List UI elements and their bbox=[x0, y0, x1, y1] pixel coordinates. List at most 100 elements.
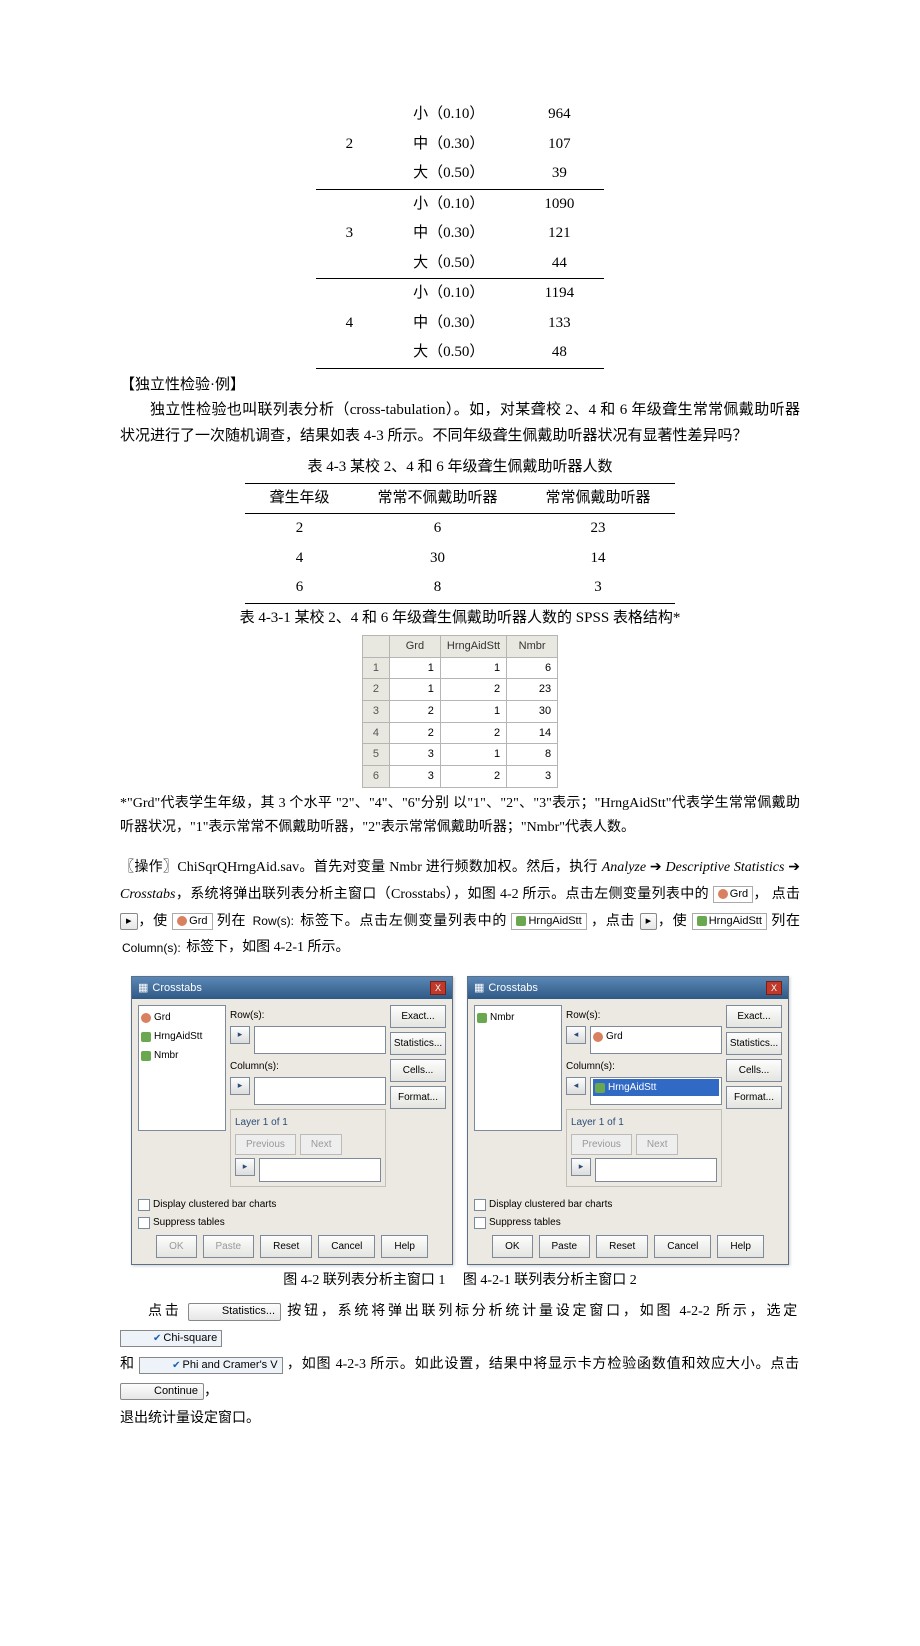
layer-prev-button[interactable]: Previous bbox=[571, 1134, 632, 1155]
rows-box[interactable] bbox=[254, 1026, 386, 1054]
crosstabs-dialog-1: ▦Crosstabs X Grd HrngAidStt Nmbr Row(s):… bbox=[131, 976, 453, 1266]
move-to-layer-button[interactable]: ▸ bbox=[571, 1158, 591, 1176]
layer-label: Layer 1 of 1 bbox=[571, 1114, 717, 1131]
table-4-3-caption: 表 4-3 某校 2、4 和 6 年级聋生佩戴助听器人数 bbox=[120, 455, 800, 481]
move-right-button[interactable]: ▸ bbox=[640, 913, 658, 930]
rows-label: Row(s): bbox=[566, 1007, 722, 1024]
move-to-cols-button[interactable]: ◂ bbox=[566, 1077, 586, 1095]
var-item-hrng[interactable]: HrngAidStt bbox=[141, 1027, 223, 1046]
table-4-3: 聋生年级 常常不佩戴助听器 常常佩戴助听器 2623 43014 683 bbox=[245, 483, 674, 604]
paste-button[interactable]: Paste bbox=[203, 1235, 255, 1258]
var-item-nmbr[interactable]: Nmbr bbox=[141, 1046, 223, 1065]
table-row: 2623 bbox=[245, 514, 674, 544]
ordinal-icon bbox=[595, 1083, 605, 1093]
format-button[interactable]: Format... bbox=[390, 1086, 446, 1109]
nominal-icon bbox=[141, 1013, 151, 1023]
ordinal-icon bbox=[141, 1032, 151, 1042]
paste-button[interactable]: Paste bbox=[539, 1235, 591, 1258]
operation-paragraph: 〖操作〗ChiSqrQHrngAid.sav。首先对变量 Nmbr 进行频数加权… bbox=[120, 853, 800, 961]
cells-button[interactable]: Cells... bbox=[726, 1059, 782, 1082]
cancel-button[interactable]: Cancel bbox=[654, 1235, 711, 1258]
variable-list[interactable]: Nmbr bbox=[474, 1005, 562, 1131]
var-hrng-chip: HrngAidStt bbox=[692, 913, 767, 930]
figure-4-2-caption: 图 4-2 联列表分析主窗口 1 bbox=[283, 1273, 445, 1288]
ordinal-icon bbox=[697, 916, 707, 926]
suppress-checkbox[interactable] bbox=[138, 1217, 150, 1229]
dialog-titlebar: ▦Crosstabs X bbox=[468, 977, 788, 1000]
layer-box[interactable] bbox=[259, 1158, 381, 1182]
crosstabs-dialog-2: ▦Crosstabs X Nmbr Row(s): ◂ Grd Column(s… bbox=[467, 976, 789, 1266]
bar-charts-checkbox[interactable] bbox=[474, 1199, 486, 1211]
var-grd-chip: Grd bbox=[713, 886, 753, 903]
intro-paragraph: 独立性检验也叫联列表分析（cross-tabulation）。如，对某聋校 2、… bbox=[120, 398, 800, 449]
layer-next-button[interactable]: Next bbox=[636, 1134, 679, 1155]
statistics-button[interactable]: Statistics... bbox=[726, 1032, 782, 1055]
bar-charts-checkbox[interactable] bbox=[138, 1199, 150, 1211]
suppress-label: Suppress tables bbox=[489, 1214, 561, 1231]
exact-button[interactable]: Exact... bbox=[726, 1005, 782, 1028]
dialog-title: ▦Crosstabs bbox=[474, 979, 538, 998]
move-to-layer-button[interactable]: ▸ bbox=[235, 1158, 255, 1176]
reset-button[interactable]: Reset bbox=[596, 1235, 648, 1258]
dialog-title: ▦Crosstabs bbox=[138, 979, 202, 998]
rows-label: Row(s): bbox=[230, 1007, 386, 1024]
ordinal-icon bbox=[516, 916, 526, 926]
move-to-rows-button[interactable]: ◂ bbox=[566, 1026, 586, 1044]
nominal-icon bbox=[718, 889, 728, 899]
rows-box[interactable]: Grd bbox=[590, 1026, 722, 1054]
ordinal-icon bbox=[477, 1013, 487, 1023]
nominal-icon bbox=[177, 916, 187, 926]
phi-cramer-checkbox[interactable]: Phi and Cramer's V bbox=[139, 1357, 282, 1374]
format-button[interactable]: Format... bbox=[726, 1086, 782, 1109]
chi-square-checkbox[interactable]: Chi-square bbox=[120, 1330, 222, 1347]
move-right-button[interactable]: ▸ bbox=[120, 913, 138, 930]
cols-box[interactable] bbox=[254, 1077, 386, 1105]
help-button[interactable]: Help bbox=[717, 1235, 764, 1258]
cancel-button[interactable]: Cancel bbox=[318, 1235, 375, 1258]
close-button[interactable]: X bbox=[430, 981, 446, 995]
var-item-nmbr[interactable]: Nmbr bbox=[477, 1008, 559, 1027]
footnote: *"Grd"代表学生年级，其 3 个水平 "2"、"4"、"6"分别 以"1"、… bbox=[120, 792, 800, 840]
dialog-titlebar: ▦Crosstabs X bbox=[132, 977, 452, 1000]
help-button[interactable]: Help bbox=[381, 1235, 428, 1258]
section-heading: 【独立性检验·例】 bbox=[120, 373, 800, 399]
nominal-icon bbox=[593, 1032, 603, 1042]
move-to-rows-button[interactable]: ▸ bbox=[230, 1026, 250, 1044]
statistics-inline-button[interactable]: Statistics... bbox=[188, 1303, 281, 1320]
var-item-grd[interactable]: Grd bbox=[141, 1008, 223, 1027]
rows-label: Row(s): bbox=[251, 910, 296, 933]
cells-button[interactable]: Cells... bbox=[390, 1059, 446, 1082]
suppress-label: Suppress tables bbox=[153, 1214, 225, 1231]
bar-charts-label: Display clustered bar charts bbox=[489, 1196, 612, 1213]
layer-group: Layer 1 of 1 Previous Next ▸ bbox=[566, 1109, 722, 1187]
table-4-3-1-caption: 表 4-3-1 某校 2、4 和 6 年级聋生佩戴助听器人数的 SPSS 表格结… bbox=[120, 606, 800, 632]
layer-group: Layer 1 of 1 Previous Next ▸ bbox=[230, 1109, 386, 1187]
bar-charts-label: Display clustered bar charts bbox=[153, 1196, 276, 1213]
close-button[interactable]: X bbox=[766, 981, 782, 995]
cols-box[interactable]: HrngAidStt bbox=[590, 1077, 722, 1105]
exact-button[interactable]: Exact... bbox=[390, 1005, 446, 1028]
layer-prev-button[interactable]: Previous bbox=[235, 1134, 296, 1155]
statistics-button[interactable]: Statistics... bbox=[390, 1032, 446, 1055]
var-hrng-chip: HrngAidStt bbox=[511, 913, 586, 930]
ok-button[interactable]: OK bbox=[156, 1235, 196, 1258]
table-row: 683 bbox=[245, 573, 674, 603]
layer-next-button[interactable]: Next bbox=[300, 1134, 343, 1155]
closing-paragraph: 点击 Statistics... 按钮，系统将弹出联列标分析统计量设定窗口，如图… bbox=[120, 1299, 800, 1432]
figure-4-2-1-caption: 图 4-2-1 联列表分析主窗口 2 bbox=[463, 1273, 637, 1288]
var-grd-chip: Grd bbox=[172, 913, 212, 930]
move-to-cols-button[interactable]: ▸ bbox=[230, 1077, 250, 1095]
columns-label: Column(s): bbox=[230, 1058, 386, 1075]
reset-button[interactable]: Reset bbox=[260, 1235, 312, 1258]
spss-data-grid: Grd HrngAidStt Nmbr 1116 21223 32130 422… bbox=[362, 635, 558, 788]
columns-label: Column(s): bbox=[120, 937, 183, 960]
ok-button[interactable]: OK bbox=[492, 1235, 532, 1258]
suppress-checkbox[interactable] bbox=[474, 1217, 486, 1229]
continue-inline-button[interactable]: Continue bbox=[120, 1383, 204, 1400]
ordinal-icon bbox=[141, 1051, 151, 1061]
layer-box[interactable] bbox=[595, 1158, 717, 1182]
table-row: 43014 bbox=[245, 544, 674, 574]
columns-label: Column(s): bbox=[566, 1058, 722, 1075]
variable-list[interactable]: Grd HrngAidStt Nmbr bbox=[138, 1005, 226, 1131]
sample-size-table: 小（0.10）964 2中（0.30）107 大（0.50）39 小（0.10）… bbox=[316, 100, 605, 369]
